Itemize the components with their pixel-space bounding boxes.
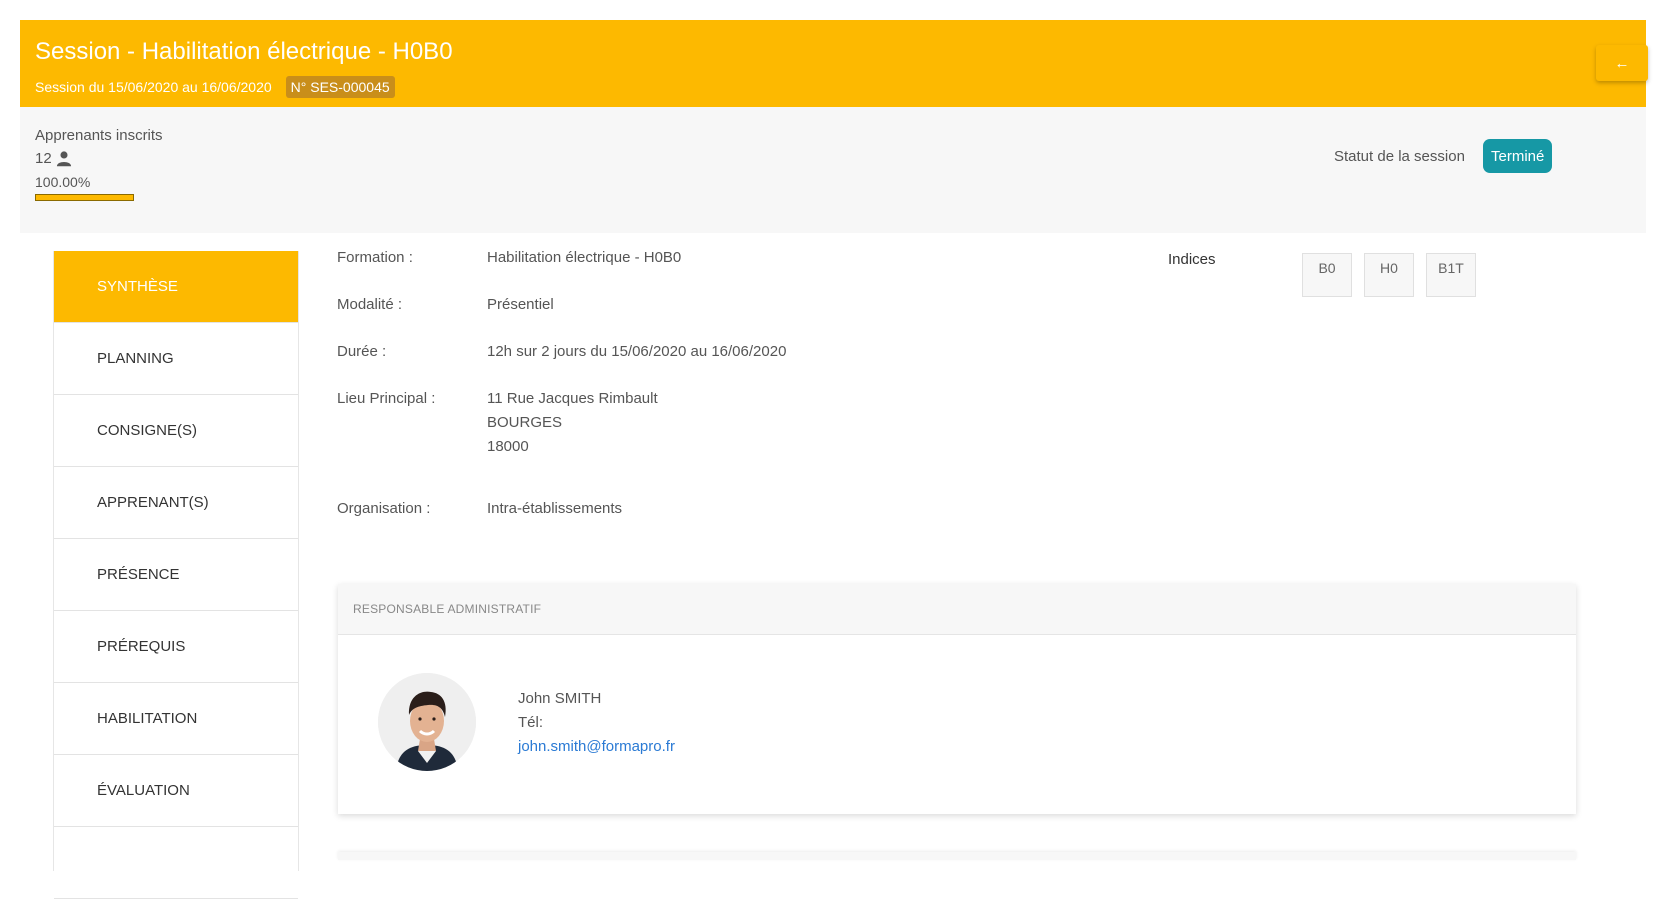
status-badge: Terminé xyxy=(1483,139,1553,173)
modalite-label: Modalité : xyxy=(337,296,403,313)
arrow-left-icon: ← xyxy=(1614,54,1630,72)
nav-item-planning[interactable]: Planning xyxy=(54,323,298,395)
nav-item-prerequis[interactable]: Prérequis xyxy=(54,611,298,683)
indice-badge: B1T xyxy=(1426,253,1476,297)
back-button[interactable]: ← xyxy=(1596,45,1648,81)
nav-item-apprenants[interactable]: Apprenant(s) xyxy=(54,467,298,539)
organisation-value: Intra-établissements xyxy=(487,500,623,517)
lieu-street: 11 Rue Jacques Rimbault xyxy=(487,390,658,407)
nav-item-presence[interactable]: Présence xyxy=(54,539,298,611)
session-dates: Session du 15/06/2020 au 16/06/2020 N° S… xyxy=(35,76,395,98)
indice-badge: B0 xyxy=(1302,253,1352,297)
page-header: Session - Habilitation électrique - H0B0… xyxy=(20,20,1648,107)
avatar-photo xyxy=(378,673,476,771)
status-label: Statut de la session xyxy=(1334,148,1465,165)
organisation-label: Organisation : xyxy=(337,500,431,517)
card-heading: RESPONSABLE ADMINISTRATIF xyxy=(338,584,1576,635)
page-title: Session - Habilitation électrique - H0B0 xyxy=(35,38,453,65)
fill-progress-bar xyxy=(35,194,134,201)
nav-item-synthese[interactable]: Synthèse xyxy=(54,251,298,323)
enrolled-count-row: 12 xyxy=(35,150,73,167)
session-stats: Apprenants inscrits 12 100.00% Statut de… xyxy=(20,107,1646,233)
lieu-label: Lieu Principal : xyxy=(337,390,436,407)
formation-value: Habilitation électrique - H0B0 xyxy=(487,249,682,266)
responsable-name: John SMITH xyxy=(518,690,602,707)
duree-value: 12h sur 2 jours du 15/06/2020 au 16/06/2… xyxy=(487,343,787,360)
lieu-zip: 18000 xyxy=(487,438,529,455)
indices-label: Indices xyxy=(1168,251,1216,268)
enrolled-count: 12 xyxy=(35,150,52,167)
responsable-phone: Tél: xyxy=(518,714,544,731)
responsable-info: John SMITH Tél: john.smith@formapro.fr xyxy=(518,687,675,759)
avatar xyxy=(378,673,476,771)
section-nav: Synthèse Planning Consigne(s) Apprenant(… xyxy=(53,251,299,899)
lieu-value: 11 Rue Jacques Rimbault BOURGES 18000 xyxy=(487,387,658,459)
lieu-city: BOURGES xyxy=(487,414,563,431)
formation-label: Formation : xyxy=(337,249,413,266)
fill-percentage: 100.00% xyxy=(35,174,91,190)
duree-label: Durée : xyxy=(337,343,387,360)
fill-progress-value xyxy=(36,195,133,200)
user-icon xyxy=(56,151,71,167)
modalite-value: Présentiel xyxy=(487,296,554,313)
session-date-range: Session du 15/06/2020 au 16/06/2020 xyxy=(35,79,272,95)
nav-item-evaluation[interactable]: Évaluation xyxy=(54,755,298,827)
session-number-badge: N° SES-000045 xyxy=(285,76,395,98)
responsable-email-link[interactable]: john.smith@formapro.fr xyxy=(518,738,675,755)
responsable-card: RESPONSABLE ADMINISTRATIF John SMITH Tél… xyxy=(338,584,1576,814)
nav-item-consignes[interactable]: Consigne(s) xyxy=(54,395,298,467)
indice-badge: H0 xyxy=(1364,253,1414,297)
nav-item-more[interactable] xyxy=(54,827,298,899)
nav-item-habilitation[interactable]: Habilitation xyxy=(54,683,298,755)
enrolled-label: Apprenants inscrits xyxy=(35,127,163,144)
